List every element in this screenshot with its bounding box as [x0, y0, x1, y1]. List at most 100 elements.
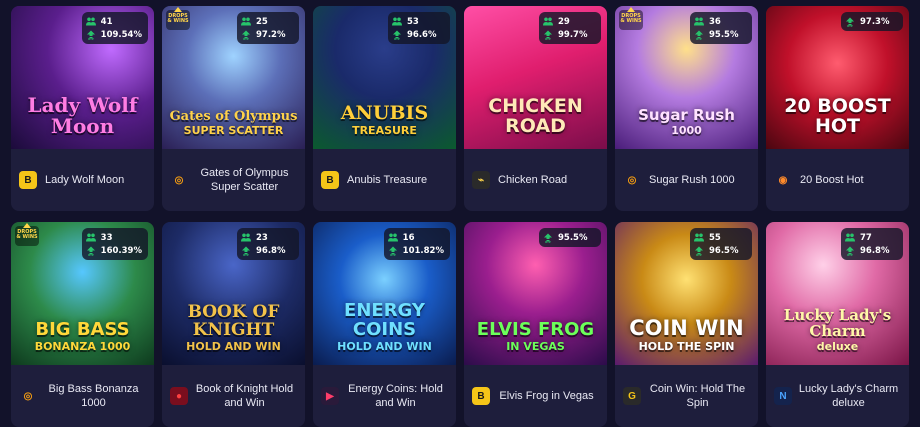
game-name: Energy Coins: Hold and Win — [348, 382, 443, 410]
rtp-icon: RTP — [694, 30, 704, 40]
game-stats: 55 RTP 96.5% — [690, 228, 752, 260]
game-thumbnail[interactable]: Lady Wolf Moon 41 RTP 109.54% — [11, 6, 154, 149]
rtp-icon: RTP — [86, 30, 96, 40]
svg-text:RTP: RTP — [390, 252, 396, 255]
game-card[interactable]: COIN WIN HOLD THE SPIN 55 RTP 96.5% G Coin … — [615, 222, 758, 427]
game-art-title: CHICKEN ROAD — [488, 95, 583, 138]
game-art-subtitle: HOLD THE SPIN — [638, 340, 735, 354]
game-art-title: Sugar Rush 1000 — [615, 107, 758, 138]
game-art-subtitle: HOLD AND WIN — [337, 340, 432, 354]
rtp-value: 96.6% — [407, 29, 437, 40]
game-name: Lady Wolf Moon — [45, 173, 125, 186]
drops-and-wins-badge: DROPS & WINS — [166, 7, 190, 30]
players-icon — [694, 233, 704, 243]
game-info[interactable]: ◎ Gates of Olympus Super Scatter — [162, 149, 305, 211]
players-count: 55 — [709, 232, 721, 243]
bgaming-icon: B — [19, 171, 37, 189]
game-art-subtitle: 1000 — [671, 124, 702, 138]
game-art-subtitle: BONANZA 1000 — [34, 340, 131, 354]
bgaming-icon: B — [472, 387, 490, 405]
players-icon — [241, 17, 251, 27]
game-thumbnail[interactable]: CHICKEN ROAD 29 RTP 99.7% — [464, 6, 607, 149]
game-art-title: 20 BOOST HOT — [784, 95, 891, 138]
rtp-value: 95.5% — [558, 232, 588, 243]
game-card[interactable]: Gates of Olympus SUPER SCATTER DROPS & WIN… — [162, 6, 305, 211]
game-stats: 23 RTP 96.8% — [237, 228, 299, 260]
players-count: 29 — [558, 16, 570, 27]
game-name: Sugar Rush 1000 — [649, 173, 735, 186]
game-thumbnail[interactable]: Lucky Lady's Charm deluxe 77 RTP 96.8% — [766, 222, 909, 365]
players-count: 53 — [407, 16, 419, 27]
game-thumbnail[interactable]: ENERGY COINS HOLD AND WIN 16 RTP 101.82% — [313, 222, 456, 365]
game-card[interactable]: Sugar Rush 1000 DROPS & WINS 36 RTP 95.5% ◎ … — [615, 6, 758, 211]
rtp-icon: RTP — [543, 233, 553, 243]
game-card[interactable]: CHICKEN ROAD 29 RTP 99.7% ⌁ Chicken Road — [464, 6, 607, 211]
game-stats: 53 RTP 96.6% — [388, 12, 450, 44]
players-count: 77 — [860, 232, 872, 243]
game-art-title: ELVIS FROG IN VEGAS — [464, 320, 607, 353]
game-stats: 16 RTP 101.82% — [383, 228, 450, 260]
rtp-icon: RTP — [86, 246, 96, 256]
game-info[interactable]: B Anubis Treasure — [313, 149, 456, 211]
endorphina-icon: ◉ — [778, 174, 788, 186]
game-art-title: Gates of Olympus SUPER SCATTER — [169, 108, 298, 138]
inout-icon: ⌁ — [472, 171, 490, 189]
game-info[interactable]: N Lucky Lady's Charm deluxe — [766, 365, 909, 427]
rtp-value: 96.8% — [860, 245, 890, 256]
game-info[interactable]: ⌁ Chicken Road — [464, 149, 607, 211]
game-info[interactable]: ◎ Sugar Rush 1000 — [615, 149, 758, 211]
game-thumbnail[interactable]: COIN WIN HOLD THE SPIN 55 RTP 96.5% — [615, 222, 758, 365]
game-info[interactable]: ◉ 20 Boost Hot — [766, 149, 909, 211]
rtp-value: 97.2% — [256, 29, 286, 40]
game-card[interactable]: ANUBIS TREASURE 53 RTP 96.6% B Anubis Treas… — [313, 6, 456, 211]
game-info[interactable]: B Lady Wolf Moon — [11, 149, 154, 211]
game-thumbnail[interactable]: 20 BOOST HOT RTP 97.3% — [766, 6, 909, 149]
game-name: Elvis Frog in Vegas — [499, 389, 594, 402]
svg-text:RTP: RTP — [847, 23, 853, 26]
svg-text:RTP: RTP — [545, 36, 551, 39]
game-card[interactable]: ELVIS FROG IN VEGAS RTP 95.5% B Elvis Frog… — [464, 222, 607, 427]
game-card[interactable]: Lucky Lady's Charm deluxe 77 RTP 96.8% N Lu… — [766, 222, 909, 427]
rtp-value: 95.5% — [709, 29, 739, 40]
players-icon — [845, 233, 855, 243]
game-art-subtitle: HOLD AND WIN — [186, 340, 281, 354]
game-info[interactable]: G Coin Win: Hold The Spin — [615, 365, 758, 427]
pragmatic-play-icon: ◎ — [23, 390, 33, 402]
svg-text:RTP: RTP — [243, 252, 249, 255]
game-name: Lucky Lady's Charm deluxe — [798, 382, 899, 410]
game-name: Coin Win: Hold The Spin — [649, 382, 746, 410]
game-card[interactable]: BOOK OF KNIGHT HOLD AND WIN 23 RTP 96.8% ● … — [162, 222, 305, 427]
rtp-icon: RTP — [543, 30, 553, 40]
game-info[interactable]: B Elvis Frog in Vegas — [464, 365, 607, 427]
game-card[interactable]: Lady Wolf Moon 41 RTP 109.54% B Lady Wolf … — [11, 6, 154, 211]
game-art-title: Lady Wolf Moon — [27, 93, 138, 138]
game-art-title: BIG BASS BONANZA 1000 — [11, 320, 154, 354]
svg-text:RTP: RTP — [847, 252, 853, 255]
game-thumbnail[interactable]: ANUBIS TREASURE 53 RTP 96.6% — [313, 6, 456, 149]
players-count: 16 — [402, 232, 415, 243]
game-info[interactable]: ▶ Energy Coins: Hold and Win — [313, 365, 456, 427]
game-name: Book of Knight Hold and Win — [195, 382, 294, 410]
svg-text:RTP: RTP — [696, 36, 702, 39]
game-info[interactable]: ● Book of Knight Hold and Win — [162, 365, 305, 427]
game-card[interactable]: 20 BOOST HOT RTP 97.3% ◉ 20 Boost Hot — [766, 6, 909, 211]
players-icon — [85, 17, 96, 27]
game-thumbnail[interactable]: BOOK OF KNIGHT HOLD AND WIN 23 RTP 96.8% — [162, 222, 305, 365]
players-count: 23 — [256, 232, 268, 243]
play-icon: ▶ — [321, 387, 339, 405]
players-count: 33 — [100, 232, 113, 243]
players-count: 36 — [709, 16, 721, 27]
rtp-icon: RTP — [845, 246, 855, 256]
game-thumbnail[interactable]: BIG BASS BONANZA 1000 DROPS & WINS 33 RTP 16… — [11, 222, 154, 365]
game-thumbnail[interactable]: Sugar Rush 1000 DROPS & WINS 36 RTP 95.5% — [615, 6, 758, 149]
game-art-title: COIN WIN HOLD THE SPIN — [615, 317, 758, 353]
game-thumbnail[interactable]: ELVIS FROG IN VEGAS RTP 95.5% — [464, 222, 607, 365]
game-art-title: ANUBIS TREASURE — [313, 103, 456, 137]
game-card[interactable]: ENERGY COINS HOLD AND WIN 16 RTP 101.82% ▶ … — [313, 222, 456, 427]
game-card[interactable]: BIG BASS BONANZA 1000 DROPS & WINS 33 RTP 16… — [11, 222, 154, 427]
pragmatic-play-icon: ◎ — [627, 174, 637, 186]
game-thumbnail[interactable]: Gates of Olympus SUPER SCATTER DROPS & WIN… — [162, 6, 305, 149]
players-count: 41 — [100, 16, 113, 27]
game-info[interactable]: ◎ Big Bass Bonanza 1000 — [11, 365, 154, 427]
svg-text:RTP: RTP — [243, 36, 249, 39]
